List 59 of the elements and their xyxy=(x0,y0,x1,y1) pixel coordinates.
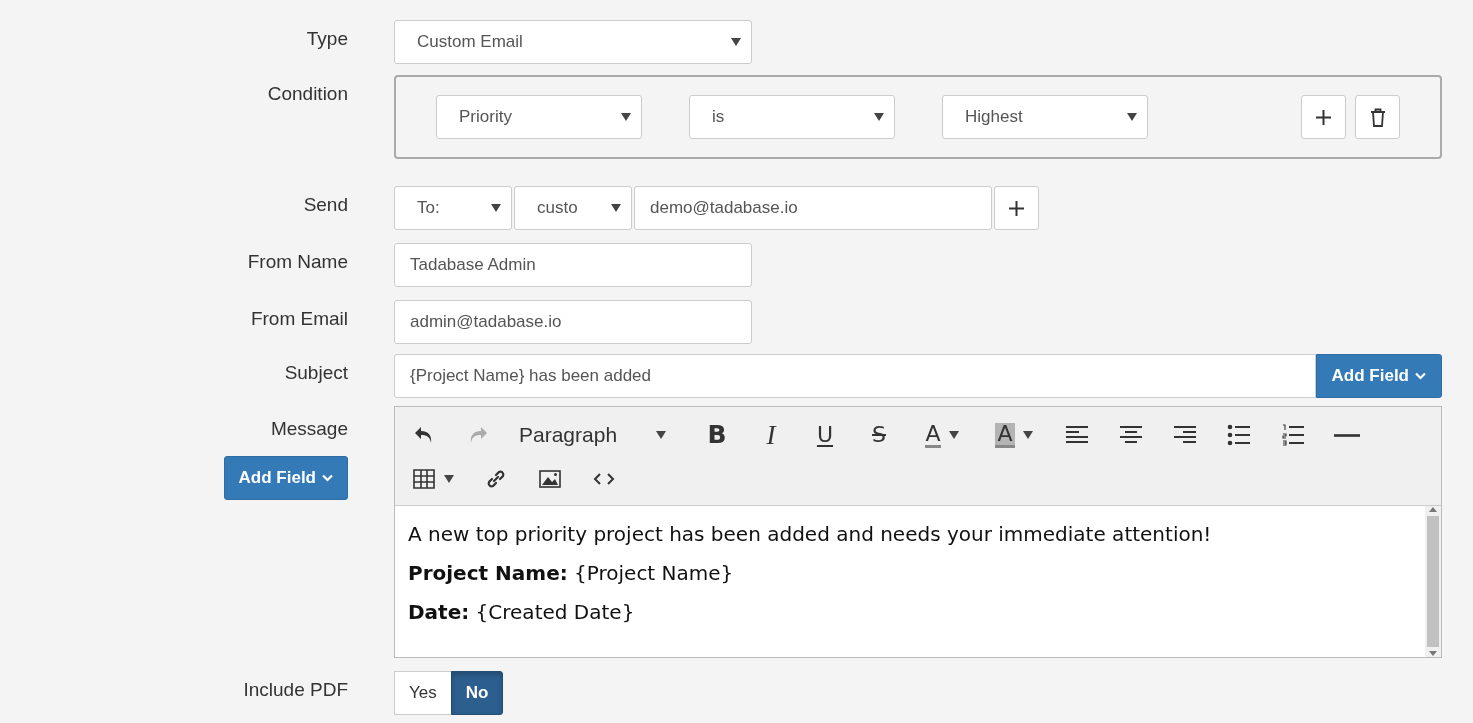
add-field-button[interactable]: Add Field xyxy=(1315,354,1442,398)
delete-button[interactable] xyxy=(1355,95,1400,139)
field-label: Subject xyxy=(284,362,348,384)
add-field-button[interactable]: Add Field xyxy=(223,456,348,500)
caret-icon xyxy=(491,204,501,212)
recipient-source-select[interactable]: custo xyxy=(514,186,632,230)
bullets-icon xyxy=(1226,423,1252,447)
message-body[interactable]: A new top priority project has been added and needs your immediate attention! Project Name: {Project Name} Date: {Created Date} xyxy=(395,506,1425,657)
pdf-option-button[interactable]: No xyxy=(450,671,504,715)
caret-icon xyxy=(656,431,666,439)
caret-icon xyxy=(948,431,959,439)
condition-select[interactable]: is xyxy=(689,95,895,139)
caret-icon xyxy=(1022,431,1033,439)
message-paragraph: A new top priority project has been added and needs your immediate attention! xyxy=(408,522,1213,546)
scrollbar-thumb[interactable] xyxy=(1427,516,1439,647)
caret-icon xyxy=(731,38,741,46)
format-dropdown[interactable]: Paragraph xyxy=(505,415,690,455)
field-label: Message xyxy=(270,418,348,440)
recipient-type-select[interactable]: To: xyxy=(394,186,512,230)
bold-button[interactable]: B xyxy=(690,415,744,455)
caret-icon xyxy=(874,113,884,121)
scroll-down-icon[interactable] xyxy=(1429,651,1437,657)
chevron-down-icon xyxy=(1415,372,1426,380)
field-label: From Email xyxy=(250,308,348,330)
field-label: Include PDF xyxy=(243,679,348,701)
underline-button[interactable]: U xyxy=(798,415,852,455)
trash-icon xyxy=(1369,107,1386,127)
caret-icon xyxy=(621,113,631,121)
caret-icon xyxy=(444,475,454,483)
rule-icon xyxy=(1334,433,1360,437)
numbers-icon xyxy=(1280,423,1306,447)
from-name-input[interactable]: Tadabase Admin xyxy=(394,243,752,287)
strike-button[interactable]: S xyxy=(852,415,906,455)
condition-select[interactable]: Highest xyxy=(942,95,1148,139)
plus-icon xyxy=(1009,200,1024,216)
background-color-button[interactable]: A xyxy=(978,415,1050,455)
field-label: Send xyxy=(303,194,348,216)
field-label: Condition xyxy=(267,83,348,105)
from-email-input[interactable]: admin@tadabase.io xyxy=(394,300,752,344)
italic-button[interactable]: I xyxy=(744,415,798,455)
field-label: Type xyxy=(306,28,348,50)
message-paragraph: Date: {Created Date} xyxy=(408,600,636,624)
email-input[interactable]: demo@tadabase.io xyxy=(634,186,992,230)
pdf-option-button[interactable]: Yes xyxy=(394,671,452,715)
add-button[interactable] xyxy=(1301,95,1346,139)
image-icon xyxy=(538,467,562,491)
condition-select[interactable]: Priority xyxy=(436,95,642,139)
plus-icon xyxy=(1316,109,1331,125)
type-select[interactable]: Custom Email xyxy=(394,20,752,64)
text-color-button[interactable]: A xyxy=(906,415,978,455)
message-paragraph: Project Name: {Project Name} xyxy=(408,561,735,585)
caret-icon xyxy=(611,204,621,212)
caret-icon xyxy=(1127,113,1137,121)
field-label: From Name xyxy=(247,251,348,273)
chevron-down-icon xyxy=(322,474,333,482)
add-button[interactable] xyxy=(994,186,1039,230)
subject-input[interactable]: {Project Name} has been added xyxy=(394,354,1316,398)
table-icon xyxy=(412,467,436,491)
scrollbar[interactable] xyxy=(1425,506,1441,657)
